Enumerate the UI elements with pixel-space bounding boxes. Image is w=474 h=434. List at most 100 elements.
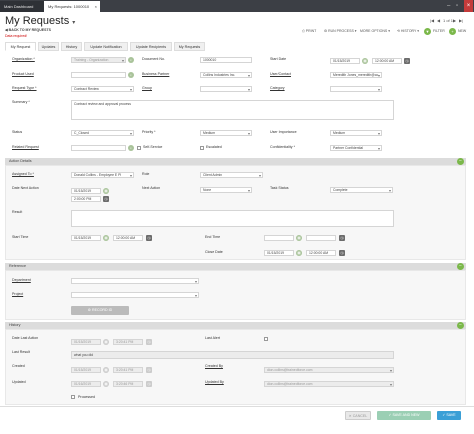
self-service-checkbox[interactable] (137, 146, 141, 150)
time-next-action-field[interactable]: 2:00:00 PM (71, 196, 101, 202)
clock-icon[interactable]: ◷ (339, 235, 345, 241)
clock-icon[interactable]: ◷ (339, 250, 345, 256)
calendar-icon[interactable]: ▦ (296, 250, 302, 256)
tab-my-request[interactable]: My Request (5, 42, 36, 51)
tab-my-requests-sub[interactable]: My Requests (174, 42, 205, 51)
group-select[interactable] (200, 86, 252, 92)
group-label[interactable]: Group (142, 86, 152, 90)
related-request-lookup-icon[interactable]: ⌕ (128, 145, 134, 151)
user-importance-select[interactable]: Medium (330, 130, 382, 136)
calendar-icon[interactable]: ▦ (103, 235, 109, 241)
project-label[interactable]: Project (12, 292, 23, 296)
start-time-date-field[interactable]: 01/15/2019 (71, 235, 101, 241)
role-select[interactable]: Client Admin (200, 172, 263, 178)
history-button[interactable]: ⟲ HISTORY ▾ (397, 29, 419, 33)
page-title[interactable]: My Requests ▾ (5, 15, 75, 27)
user-contact-select[interactable]: Meredith Jones_meredith@co (330, 72, 382, 78)
start-time-field[interactable]: 12:00:00 AM (372, 58, 402, 64)
related-request-field[interactable] (71, 145, 126, 151)
organization-label[interactable]: Organization * (12, 57, 35, 61)
collapse-icon[interactable]: − (457, 158, 464, 165)
assigned-to-select[interactable]: Donald Collins - Employee E Pl (71, 172, 134, 178)
created-by-label[interactable]: Created By (205, 364, 223, 368)
business-partner-select[interactable]: Collins Industries Inc. (200, 72, 252, 78)
record-id-button[interactable]: ⚙ RECORD ID (71, 306, 129, 315)
calendar-icon[interactable]: ▦ (362, 58, 368, 64)
pager-last-icon[interactable]: ▶| (459, 18, 463, 23)
back-to-my-requests-link[interactable]: ◀ BACK TO MY REQUESTS (5, 28, 51, 32)
escalated-checkbox[interactable] (200, 146, 204, 150)
tab-updates[interactable]: Updates (38, 42, 59, 51)
clock-icon[interactable]: ◷ (103, 196, 109, 202)
pager-first-icon[interactable]: |◀ (430, 18, 434, 23)
department-label[interactable]: Department (12, 278, 31, 282)
tab-history[interactable]: History (61, 42, 82, 51)
collapse-icon[interactable]: − (457, 263, 464, 270)
maximize-icon[interactable]: ▫ (456, 1, 458, 11)
title-dropdown-icon[interactable]: ▾ (72, 20, 75, 26)
status-select[interactable]: C_Closed (71, 130, 134, 136)
end-time-date-field[interactable] (264, 235, 294, 241)
related-request-label[interactable]: Related Request (12, 145, 39, 149)
start-date-field[interactable]: 01/15/2019 (330, 58, 360, 64)
document-no-field[interactable]: 1000010 (200, 57, 252, 63)
updated-by-label[interactable]: Updated By (205, 380, 224, 384)
clock-icon[interactable]: ◷ (146, 235, 152, 241)
tab-update-notification[interactable]: Update Notification (84, 42, 128, 51)
summary-label: Summary * (12, 100, 30, 104)
product-used-label[interactable]: Product Used (12, 72, 34, 76)
end-time-time-field[interactable] (306, 235, 336, 241)
tab-update-recipients[interactable]: Update Recipients (130, 42, 172, 51)
user-importance-label: User Importance (270, 130, 297, 134)
department-select[interactable] (71, 278, 199, 284)
tab-close-icon[interactable]: × (95, 1, 97, 12)
pager-next-icon[interactable]: ▶ (453, 18, 456, 23)
confidentiality-select[interactable]: Partner Confidential (330, 145, 382, 151)
calendar-icon[interactable]: ▦ (103, 188, 109, 194)
close-window-icon[interactable]: × (464, 0, 473, 12)
tab-my-requests[interactable]: My Requests: 1000010 × (44, 1, 100, 12)
organization-select[interactable]: Training - Organization (71, 57, 126, 63)
organization-lookup-icon[interactable]: ⌕ (128, 57, 134, 63)
calendar-icon[interactable]: ▦ (296, 235, 302, 241)
close-time-field[interactable]: 12:00:00 AM (306, 250, 336, 256)
save-and-new-button[interactable]: ✓ SAVE AND NEW (377, 411, 431, 420)
reference-header[interactable]: Reference − (5, 263, 466, 270)
task-status-select[interactable]: Complete (330, 187, 393, 193)
date-next-action-field[interactable]: 01/15/2019 (71, 188, 101, 194)
product-lookup-icon[interactable]: ⌕ (128, 72, 134, 78)
priority-select[interactable]: Medium (200, 130, 252, 136)
save-button[interactable]: ✓ SAVE (437, 411, 461, 420)
new-icon[interactable]: + (449, 28, 456, 35)
product-used-field[interactable] (71, 72, 126, 78)
clock-icon[interactable]: ◷ (404, 58, 410, 64)
result-textarea[interactable] (71, 210, 394, 227)
collapse-icon[interactable]: − (457, 322, 464, 329)
minimize-icon[interactable]: – (447, 1, 450, 11)
assigned-to-label[interactable]: Assigned To * (12, 172, 34, 176)
request-type-select[interactable]: Contract Review (71, 86, 134, 92)
cancel-button[interactable]: ✕ CANCEL (345, 411, 371, 420)
request-type-label[interactable]: Request Type * (12, 86, 37, 90)
project-select[interactable] (71, 292, 199, 298)
next-action-select[interactable]: None (200, 187, 252, 193)
filter-button[interactable]: FILTER (433, 29, 445, 33)
business-partner-label[interactable]: Business Partner (142, 72, 169, 76)
action-details-header[interactable]: Action Details − (5, 158, 466, 165)
summary-textarea[interactable]: Contract review and approval process (71, 100, 394, 120)
filter-icon[interactable]: ▼ (424, 28, 431, 35)
close-date-field[interactable]: 01/15/2019 (264, 250, 294, 256)
last-alert-checkbox[interactable] (264, 337, 268, 341)
history-header[interactable]: History − (5, 322, 466, 329)
start-time-time-field[interactable]: 12:00:00 AM (113, 235, 143, 241)
pager-prev-icon[interactable]: ◀ (437, 18, 440, 23)
new-button[interactable]: NEW (458, 29, 466, 33)
processed-checkbox[interactable] (71, 395, 75, 399)
user-contact-label[interactable]: User/Contact (270, 72, 291, 76)
run-process-button[interactable]: ⚙ RUN PROCESS ▾ (324, 29, 357, 33)
more-options-button[interactable]: MORE OPTIONS ▾ (360, 29, 390, 33)
tab-main-dashboard[interactable]: Main Dashboard (0, 1, 44, 12)
print-button[interactable]: ⎙ PRINT (302, 29, 316, 33)
category-select[interactable] (330, 86, 382, 92)
category-label[interactable]: Category (270, 86, 285, 90)
